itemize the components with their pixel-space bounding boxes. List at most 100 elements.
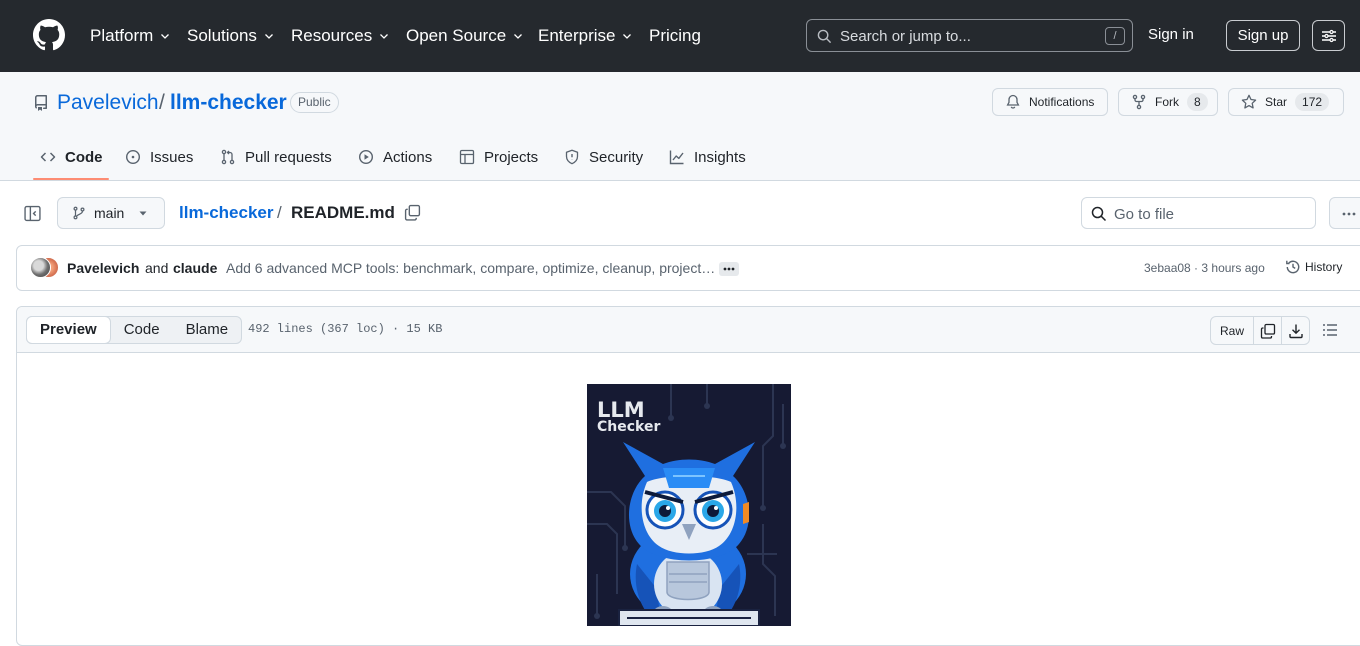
tab-actions[interactable]: Actions [358, 147, 432, 167]
tab-issues[interactable]: Issues [125, 147, 193, 167]
branch-selector-button[interactable]: main [57, 197, 165, 229]
commit-message-link[interactable]: Add 6 advanced MCP tools: benchmark, com… [226, 260, 716, 276]
owl-illustration: LLM Checker [587, 384, 791, 626]
search-icon [1091, 206, 1107, 222]
view-code-tab[interactable]: Code [111, 317, 173, 343]
tab-security[interactable]: Security [564, 147, 643, 167]
nav-label: Open Source [406, 26, 507, 45]
notifications-label: Notifications [1029, 95, 1095, 109]
nav-label: Pricing [649, 26, 701, 45]
go-to-file-input[interactable]: Go to file [1081, 197, 1316, 229]
tab-code[interactable]: Code [40, 147, 103, 167]
view-preview-tab[interactable]: Preview [26, 316, 111, 344]
tab-label: Issues [150, 148, 194, 166]
nav-label: Enterprise [538, 26, 616, 45]
download-icon [1288, 324, 1303, 338]
star-label: Star [1265, 95, 1288, 109]
fork-label: Fork [1155, 95, 1179, 109]
sign-up-button[interactable]: Sign up [1226, 20, 1300, 51]
shield-icon [565, 149, 579, 165]
nav-label: Platform [90, 26, 154, 45]
sign-in-link[interactable]: Sign in [1148, 26, 1194, 43]
history-icon [1286, 260, 1300, 274]
commit-author-joiner: and [145, 260, 169, 276]
tab-label: Projects [484, 148, 539, 166]
bell-icon [1006, 94, 1020, 109]
history-label: History [1305, 260, 1343, 274]
chevron-down-icon [161, 34, 170, 39]
copy-icon [1260, 323, 1275, 339]
chevron-down-icon [264, 34, 273, 39]
file-viewer-header: Preview Code Blame 492 lines (367 loc) ·… [17, 307, 1360, 353]
breadcrumb-separator: / [277, 203, 282, 222]
nav-platform[interactable]: Platform [90, 25, 171, 47]
branch-name: main [94, 205, 125, 221]
chevron-down-icon [380, 34, 389, 39]
repo-path-separator: / [159, 91, 165, 114]
copy-path-icon[interactable] [404, 204, 421, 221]
nav-pricing[interactable]: Pricing [649, 25, 701, 47]
commit-coauthor-link[interactable]: claude [173, 260, 217, 276]
nav-enterprise[interactable]: Enterprise [538, 25, 633, 47]
github-logo-icon[interactable] [33, 19, 65, 51]
graph-icon [669, 150, 684, 165]
tab-label: Actions [383, 148, 433, 166]
repo-icon [35, 95, 47, 111]
repo-header: Pavelevich / llm-checker Public Notifica… [0, 72, 1360, 181]
tab-insights[interactable]: Insights [669, 147, 746, 167]
fork-icon [1132, 94, 1146, 110]
visibility-badge: Public [290, 92, 339, 113]
latest-commit-bar: Pavelevich and claude Add 6 advanced MCP… [16, 245, 1360, 291]
chevron-down-icon [514, 34, 523, 39]
notifications-button[interactable]: Notifications [992, 88, 1108, 116]
header-menu-button[interactable] [1312, 20, 1345, 51]
nav-label: Resources [291, 26, 373, 45]
issue-icon [125, 149, 141, 165]
active-tab-indicator [33, 178, 109, 180]
caret-down-icon [139, 211, 147, 216]
tab-label: Insights [694, 148, 746, 166]
star-count: 172 [1295, 93, 1330, 111]
download-button[interactable] [1281, 317, 1309, 344]
tab-pull-requests[interactable]: Pull requests [220, 147, 332, 167]
global-header: Platform Solutions Resources Open Source… [0, 0, 1360, 72]
view-blame-tab[interactable]: Blame [173, 317, 242, 343]
repo-name-link[interactable]: llm-checker [170, 91, 287, 115]
breadcrumb-file-name: README.md [291, 203, 395, 222]
tab-label: Pull requests [245, 148, 332, 166]
list-outline-icon[interactable] [1322, 322, 1338, 338]
repo-owner-link[interactable]: Pavelevich [57, 91, 159, 115]
kebab-horizontal-icon [1342, 212, 1356, 216]
commit-expand-button[interactable] [719, 262, 739, 276]
sidebar-toggle-icon[interactable] [24, 205, 41, 222]
more-options-button[interactable] [1329, 197, 1360, 229]
history-button[interactable]: History [1285, 259, 1342, 275]
go-to-file-placeholder: Go to file [1114, 206, 1175, 223]
copy-raw-button[interactable] [1253, 317, 1281, 344]
raw-button[interactable]: Raw [1211, 317, 1253, 344]
tab-label: Code [65, 148, 103, 166]
play-icon [358, 149, 374, 165]
star-icon [1241, 94, 1257, 109]
search-icon [817, 29, 832, 44]
file-stats: 492 lines (367 loc) · 15 KB [248, 322, 443, 336]
branch-icon [73, 206, 85, 220]
view-mode-segmented-control: Preview Code Blame [26, 316, 243, 344]
author-avatar[interactable] [30, 257, 51, 278]
logo-text-checker: Checker [597, 419, 660, 435]
commit-author-link[interactable]: Pavelevich [67, 260, 139, 276]
fork-count: 8 [1187, 93, 1208, 111]
tab-projects[interactable]: Projects [459, 147, 538, 167]
nav-resources[interactable]: Resources [291, 25, 390, 47]
commit-sha-and-time[interactable]: 3ebaa08 · 3 hours ago [1144, 261, 1265, 275]
nav-solutions[interactable]: Solutions [187, 25, 275, 47]
search-shortcut-hint: / [1105, 27, 1125, 45]
star-button[interactable]: Star 172 [1228, 88, 1344, 116]
nav-open-source[interactable]: Open Source [406, 25, 524, 47]
fork-button[interactable]: Fork 8 [1118, 88, 1218, 116]
global-search-input[interactable]: Search or jump to... / [806, 19, 1133, 52]
breadcrumb-repo-link[interactable]: llm-checker [179, 203, 274, 223]
pull-request-icon [221, 149, 235, 165]
search-placeholder: Search or jump to... [840, 28, 971, 45]
readme-logo-image: LLM Checker [587, 384, 791, 626]
